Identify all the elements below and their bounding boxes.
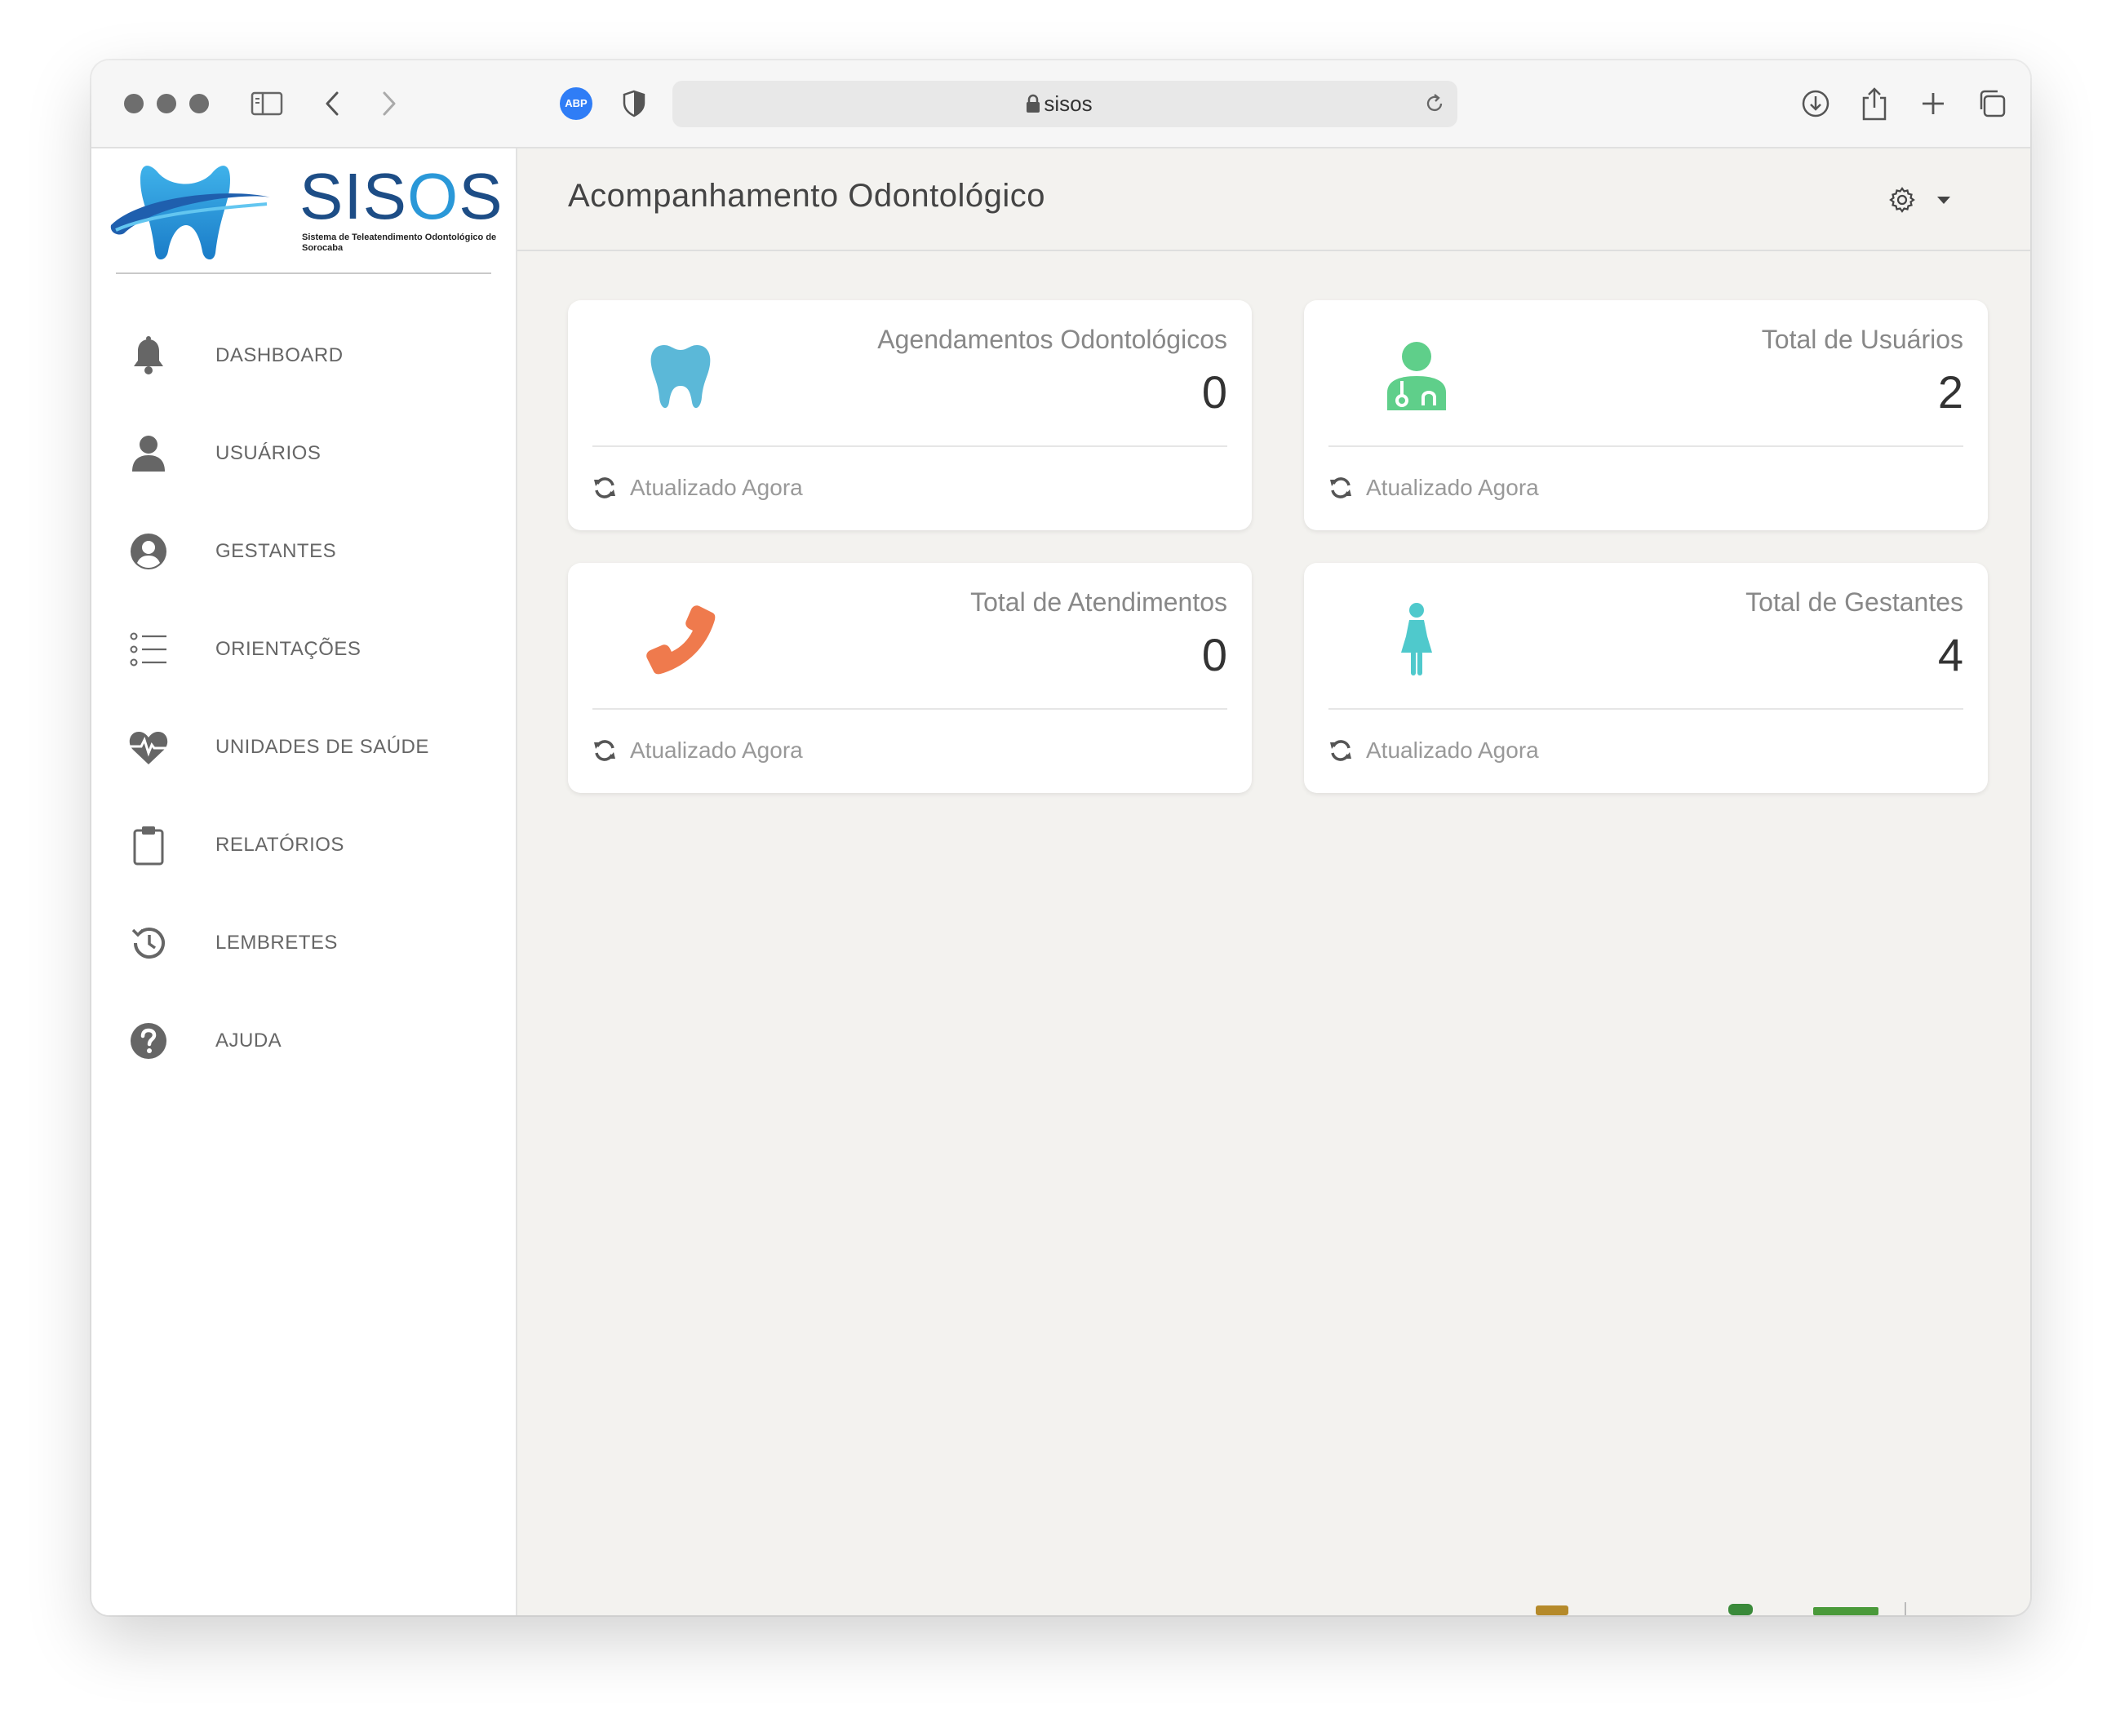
refresh-icon xyxy=(592,476,617,500)
refresh-icon xyxy=(1328,738,1353,763)
stat-label: Agendamentos Odontológicos xyxy=(877,325,1227,354)
close-window-button[interactable] xyxy=(124,94,144,113)
sidebar-item-label: ORIENTAÇÕES xyxy=(215,638,361,660)
logo-subtitle: Sistema de Teleatendimento Odontológico … xyxy=(302,232,497,253)
back-icon[interactable] xyxy=(313,85,351,122)
user-circle-icon xyxy=(124,527,173,576)
card-divider xyxy=(592,445,1227,447)
clipboard-icon xyxy=(124,821,173,870)
adblock-icon[interactable]: ABP xyxy=(560,87,592,120)
browser-toolbar: ABP sisos xyxy=(91,60,2030,148)
address-bar[interactable]: sisos xyxy=(672,81,1457,127)
stat-label: Total de Usuários xyxy=(1761,325,1963,354)
sidebar-item-usuarios[interactable]: USUÁRIOS xyxy=(124,421,499,486)
card-footer: Atualizado Agora xyxy=(592,734,803,767)
updated-text: Atualizado Agora xyxy=(1366,475,1539,500)
stat-card-agendamentos: Agendamentos Odontológicos 0 Atualizado … xyxy=(568,300,1252,530)
main-header: Acompanhamento Odontológico xyxy=(517,148,2030,251)
tab-overview-icon[interactable] xyxy=(1973,85,2011,122)
logo-divider xyxy=(116,272,491,274)
zoom-window-button[interactable] xyxy=(189,94,209,113)
stat-card-gestantes: Total de Gestantes 4 Atualizado Agora xyxy=(1304,563,1988,793)
share-icon[interactable] xyxy=(1856,85,1893,122)
card-footer: Atualizado Agora xyxy=(1328,734,1539,767)
sidebar-item-label: USUÁRIOS xyxy=(215,442,322,464)
stat-label: Total de Gestantes xyxy=(1745,587,1963,617)
reload-icon[interactable] xyxy=(1423,92,1446,119)
stat-value: 2 xyxy=(1937,366,1963,418)
stat-value: 0 xyxy=(1201,629,1227,680)
app-logo[interactable]: SISOS Sistema de Teleatendimento Odontol… xyxy=(91,148,516,286)
female-icon xyxy=(1376,599,1457,680)
updated-text: Atualizado Agora xyxy=(630,475,803,500)
sidebar-item-ajuda[interactable]: AJUDA xyxy=(124,1008,499,1074)
sidebar-item-relatorios[interactable]: RELATÓRIOS xyxy=(124,813,499,878)
sidebar-item-label: RELATÓRIOS xyxy=(215,834,344,856)
sidebar-item-label: GESTANTES xyxy=(215,540,337,562)
tooth-icon xyxy=(640,336,721,418)
forward-icon[interactable] xyxy=(370,85,408,122)
minimize-window-button[interactable] xyxy=(157,94,176,113)
list-icon xyxy=(124,625,173,674)
logo-title: SISOS xyxy=(299,160,503,232)
question-icon xyxy=(124,1016,173,1065)
browser-window: ABP sisos SISOS Sistema de Teleatendimen… xyxy=(91,60,2030,1615)
sidebar: SISOS Sistema de Teleatendimento Odontol… xyxy=(91,148,517,1615)
doctor-icon xyxy=(1376,336,1457,418)
stat-label: Total de Atendimentos xyxy=(970,587,1227,617)
page-title: Acompanhamento Odontológico xyxy=(568,178,1045,214)
download-icon[interactable] xyxy=(1797,85,1834,122)
sidebar-item-label: UNIDADES DE SAÚDE xyxy=(215,736,429,758)
sidebar-item-gestantes[interactable]: GESTANTES xyxy=(124,519,499,584)
heartbeat-icon xyxy=(124,723,173,772)
sidebar-item-orientacoes[interactable]: ORIENTAÇÕES xyxy=(124,617,499,682)
caret-down-icon xyxy=(1937,194,1950,209)
sidebar-item-label: AJUDA xyxy=(215,1030,282,1052)
card-divider xyxy=(1328,708,1963,710)
stat-card-atendimentos: Total de Atendimentos 0 Atualizado Agora xyxy=(568,563,1252,793)
card-divider xyxy=(592,708,1227,710)
sidebar-item-label: LEMBRETES xyxy=(215,932,338,954)
url-text: sisos xyxy=(1044,91,1093,116)
user-icon xyxy=(124,429,173,478)
sidebar-item-lembretes[interactable]: LEMBRETES xyxy=(124,910,499,976)
stat-value: 4 xyxy=(1937,629,1963,680)
refresh-icon xyxy=(1328,476,1353,500)
new-tab-icon[interactable] xyxy=(1914,85,1952,122)
updated-text: Atualizado Agora xyxy=(1366,737,1539,763)
settings-dropdown[interactable] xyxy=(1888,181,1970,222)
sidebar-toggle-icon[interactable] xyxy=(248,85,286,122)
privacy-shield-icon[interactable] xyxy=(615,85,653,122)
stat-card-usuarios: Total de Usuários 2 Atualizado Agora xyxy=(1304,300,1988,530)
bell-icon xyxy=(124,331,173,380)
footer-partner-logos xyxy=(1536,1601,1993,1615)
card-divider xyxy=(1328,445,1963,447)
gear-icon xyxy=(1888,186,1916,218)
refresh-icon xyxy=(592,738,617,763)
sidebar-item-dashboard[interactable]: DASHBOARD xyxy=(124,323,499,388)
stat-value: 0 xyxy=(1201,366,1227,418)
sidebar-item-unidades-de-saude[interactable]: UNIDADES DE SAÚDE xyxy=(124,715,499,780)
tooth-logo-icon xyxy=(110,166,271,260)
sidebar-item-label: DASHBOARD xyxy=(215,344,344,366)
card-footer: Atualizado Agora xyxy=(592,472,803,504)
card-footer: Atualizado Agora xyxy=(1328,472,1539,504)
history-icon xyxy=(124,919,173,968)
updated-text: Atualizado Agora xyxy=(630,737,803,763)
phone-icon xyxy=(640,599,721,680)
